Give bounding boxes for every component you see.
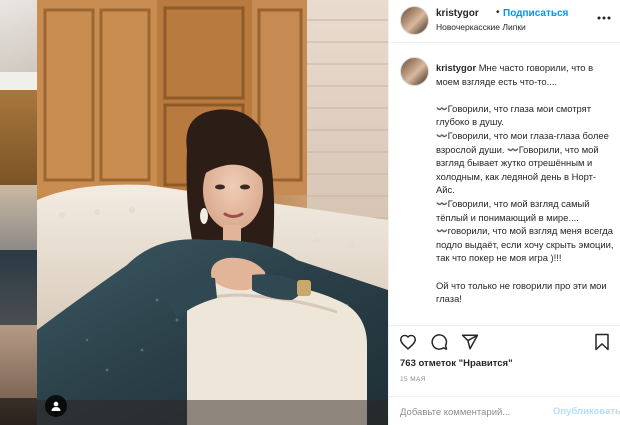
comment-icon [431,334,448,350]
caption-text-block: kristygor Мне часто говорили, что в моем… [436,61,614,306]
bookmark-icon [595,333,609,351]
comment-bar: Опубликовать [389,396,620,425]
post-image [37,0,388,425]
background-feed-strip [0,0,37,425]
publish-button[interactable]: Опубликовать [553,406,620,417]
share-button[interactable] [460,332,480,352]
background-thumbnail [0,90,37,185]
separator-dot: • [496,7,500,18]
background-thumbnail [0,185,37,250]
user-tag-icon [51,401,61,411]
save-button[interactable] [592,332,612,352]
avatar[interactable] [400,6,429,35]
like-button[interactable] [398,332,418,352]
caption-text: Мне часто говорили, что в моем взгляде е… [436,62,614,305]
post-details-panel: kristygor • Подписаться Новочеркасские Л… [388,0,620,425]
caption-username[interactable]: kristygor [436,62,476,73]
location-link[interactable]: Новочеркасские Липки [436,22,526,32]
username-link[interactable]: kristygor [436,8,479,19]
likes-count[interactable]: 763 отметок "Нравится" [400,358,513,369]
follow-button[interactable]: Подписаться [503,8,568,19]
tag-button[interactable] [45,395,67,417]
comment-input[interactable] [400,405,548,419]
post-date[interactable]: 15 МАЯ [400,376,426,383]
post-photo[interactable] [37,0,388,425]
caption-area: kristygor Мне часто говорили, что в моем… [389,44,620,325]
more-options-button[interactable] [596,10,612,26]
heart-icon [399,334,417,350]
background-thumbnail [0,398,37,425]
avatar[interactable] [400,57,429,86]
background-thumbnail [0,72,37,90]
more-options-icon [597,16,611,20]
comment-button[interactable] [429,332,449,352]
background-thumbnail [0,250,37,325]
post-actions: 763 отметок "Нравится" 15 МАЯ Опубликова… [389,325,620,425]
post-header: kristygor • Подписаться Новочеркасские Л… [389,0,620,43]
background-thumbnail [0,0,37,72]
share-icon [461,334,479,350]
